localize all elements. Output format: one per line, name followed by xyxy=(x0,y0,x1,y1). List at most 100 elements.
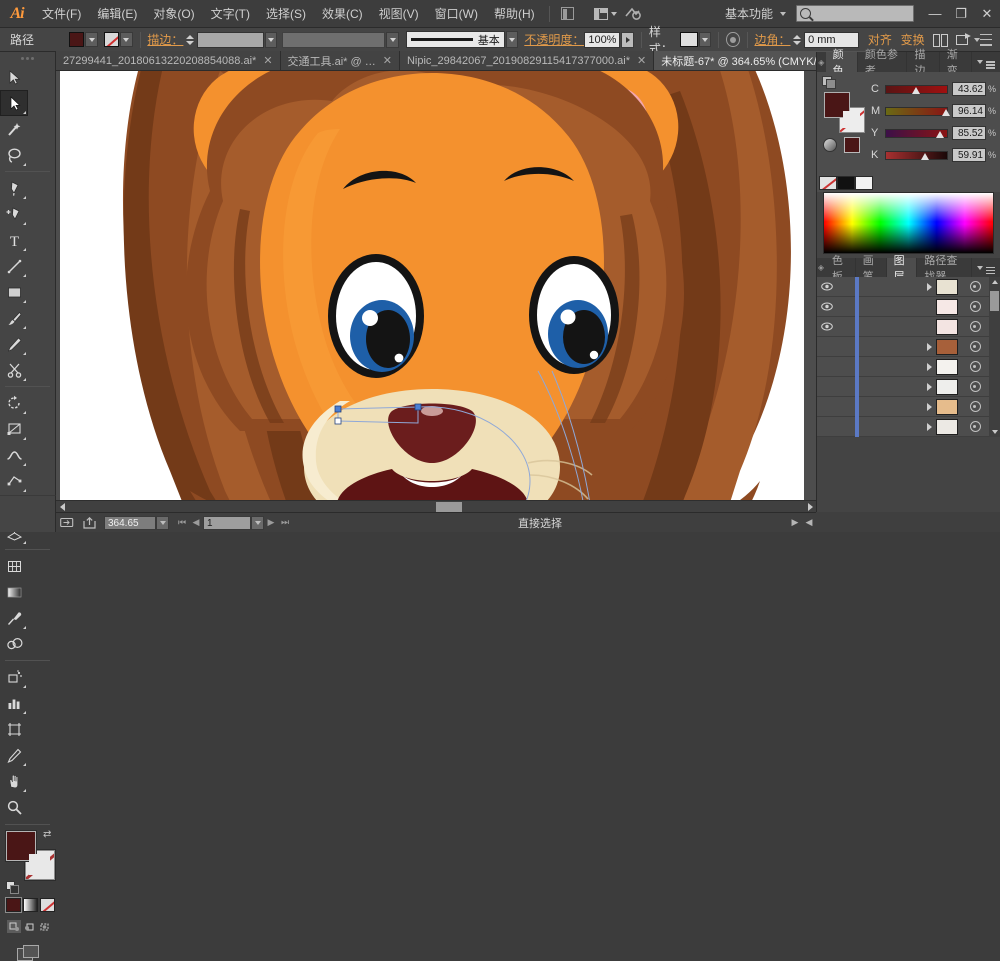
opacity-label[interactable]: 不透明度： xyxy=(524,31,584,48)
tab-swatches[interactable]: 色板 xyxy=(825,258,856,277)
stock-icon[interactable] xyxy=(618,4,648,24)
next-artboard-button[interactable]: ▶ xyxy=(264,513,278,533)
tab-brushes[interactable]: 画笔 xyxy=(856,258,887,277)
brush-definition-select[interactable]: 基本 xyxy=(406,31,505,48)
last-artboard-button[interactable]: ⏭ xyxy=(278,513,292,533)
horizontal-scroll-thumb[interactable] xyxy=(436,502,462,512)
screen-mode-icon[interactable] xyxy=(17,945,39,961)
layers-scroll-up-icon[interactable] xyxy=(989,277,1000,287)
layers-scrollbar[interactable] xyxy=(989,277,1000,437)
draw-inside-icon[interactable] xyxy=(37,920,51,933)
expand-arrow-icon[interactable] xyxy=(922,343,936,351)
table-row[interactable] xyxy=(817,397,1000,417)
tab-color[interactable]: 颜色 xyxy=(826,52,858,72)
target-circle-icon[interactable] xyxy=(962,281,988,292)
rectangle-tool[interactable] xyxy=(0,279,28,305)
blend-tool[interactable] xyxy=(0,631,28,657)
expand-arrow-icon[interactable] xyxy=(922,383,936,391)
expand-arrow-icon[interactable] xyxy=(922,283,936,291)
reshape-tool[interactable] xyxy=(0,416,28,442)
color-panel-proxy-swatch[interactable] xyxy=(844,137,860,153)
target-circle-icon[interactable] xyxy=(962,401,988,412)
expand-arrow-icon[interactable] xyxy=(922,403,936,411)
type-tool[interactable]: T xyxy=(0,227,28,253)
document-tab-2[interactable]: 交通工具.ai* @ … ✕ xyxy=(281,51,400,70)
restore-button[interactable]: ❐ xyxy=(948,0,974,28)
stroke-color-swatch[interactable] xyxy=(25,850,55,880)
artboard-navigation-icon[interactable] xyxy=(56,513,78,533)
target-circle-icon[interactable] xyxy=(962,341,988,352)
artboard-tool[interactable] xyxy=(0,716,28,742)
layers-list[interactable] xyxy=(817,277,1000,437)
slider-knob-m[interactable] xyxy=(942,105,951,118)
symbol-sprayer-tool[interactable] xyxy=(0,664,28,690)
style-dropdown[interactable] xyxy=(699,32,711,47)
target-circle-icon[interactable] xyxy=(962,301,988,312)
visibility-toggle-icon[interactable] xyxy=(817,322,837,331)
workspace-label[interactable]: 基本功能 xyxy=(721,5,777,22)
menu-help[interactable]: 帮助(H) xyxy=(486,0,543,28)
line-segment-tool[interactable] xyxy=(0,253,28,279)
expand-arrow-icon[interactable] xyxy=(922,423,936,431)
slice-tool[interactable] xyxy=(0,742,28,768)
close-tab-icon[interactable]: ✕ xyxy=(263,54,272,67)
tab-color-guide[interactable]: 颜色参考 xyxy=(858,52,908,72)
stroke-weight-label[interactable]: 描边： xyxy=(147,31,183,48)
color-button[interactable] xyxy=(6,898,21,912)
canvas-horizontal-scrollbar[interactable] xyxy=(56,500,816,512)
tab-layers[interactable]: 图层 xyxy=(887,258,918,277)
panel-grip-icon[interactable]: ◈ xyxy=(817,52,826,72)
slider-y[interactable] xyxy=(885,129,948,138)
slider-knob-c[interactable] xyxy=(912,83,921,96)
minimize-button[interactable]: — xyxy=(922,0,948,28)
search-input[interactable] xyxy=(796,5,914,22)
fill-swatch[interactable] xyxy=(69,32,84,47)
corner-radius-input[interactable]: 0 mm xyxy=(804,32,859,48)
corner-label[interactable]: 边角： xyxy=(754,31,790,48)
stroke-swatch[interactable] xyxy=(104,32,119,47)
pen-tool[interactable] xyxy=(0,175,28,201)
stroke-weight-stepper[interactable] xyxy=(185,32,195,48)
zoom-tool[interactable] xyxy=(0,794,28,820)
table-row[interactable] xyxy=(817,297,1000,317)
expand-arrow-icon[interactable] xyxy=(922,363,936,371)
artboard-number-input[interactable]: 1 xyxy=(203,516,251,530)
value-c[interactable]: 43.62 xyxy=(952,82,986,96)
slider-knob-k[interactable] xyxy=(921,149,930,162)
stroke-dropdown[interactable] xyxy=(120,32,132,47)
visibility-toggle-icon[interactable] xyxy=(817,302,837,311)
transform-icon[interactable] xyxy=(956,33,971,46)
slider-m[interactable] xyxy=(885,107,948,116)
width-tool[interactable] xyxy=(0,442,28,468)
variable-width-profile-select[interactable] xyxy=(282,32,385,48)
pencil-tool[interactable] xyxy=(0,331,28,357)
direct-selection-tool[interactable] xyxy=(0,90,28,116)
gradient-tool[interactable] xyxy=(0,579,28,605)
target-circle-icon[interactable] xyxy=(962,321,988,332)
tab-pathfinder[interactable]: 路径查找器 xyxy=(917,258,972,277)
arrange-documents-icon[interactable] xyxy=(594,4,618,24)
stroke-weight-dropdown[interactable] xyxy=(265,32,277,48)
color-panel-stroke-swatch[interactable] xyxy=(839,107,865,133)
artboard-dropdown[interactable] xyxy=(251,516,264,530)
status-collapse-icon[interactable]: ◀ xyxy=(802,513,816,533)
toolbar-drag-handle[interactable] xyxy=(0,52,55,64)
swap-fill-stroke-icon[interactable]: ⇄ xyxy=(43,829,54,840)
control-bar-menu-icon[interactable] xyxy=(980,34,992,46)
close-tab-icon[interactable]: ✕ xyxy=(383,54,392,67)
lasso-tool[interactable] xyxy=(0,142,28,168)
canvas-area[interactable] xyxy=(56,71,816,512)
value-k[interactable]: 59.91 xyxy=(952,148,986,162)
selection-tool[interactable] xyxy=(0,64,28,90)
layers-scroll-thumb[interactable] xyxy=(990,291,999,311)
table-row[interactable] xyxy=(817,377,1000,397)
column-graph-tool[interactable] xyxy=(0,690,28,716)
opacity-dropdown[interactable] xyxy=(621,32,633,48)
zoom-dropdown[interactable] xyxy=(156,516,169,530)
share-icon[interactable] xyxy=(78,513,100,533)
target-circle-icon[interactable] xyxy=(962,421,988,432)
color-spectrum-ramp[interactable] xyxy=(823,192,994,254)
color-panel-menu-icon[interactable] xyxy=(972,52,1000,72)
value-m[interactable]: 96.14 xyxy=(952,104,986,118)
fill-dropdown[interactable] xyxy=(85,32,97,47)
